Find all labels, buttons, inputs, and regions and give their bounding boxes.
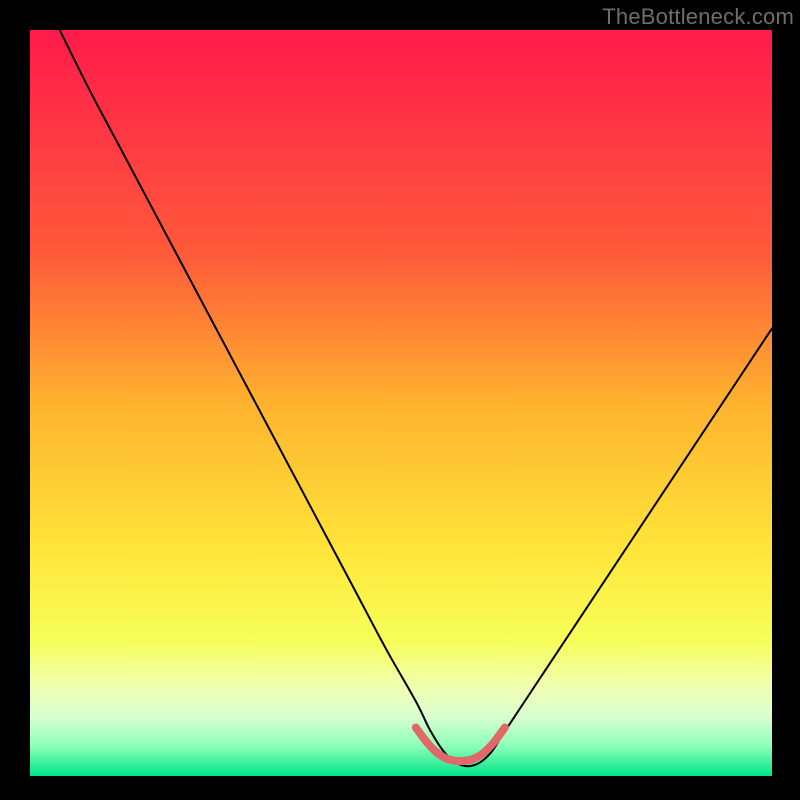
chart-svg: [30, 30, 772, 776]
chart-plot-area: [30, 30, 772, 776]
watermark-text: TheBottleneck.com: [602, 4, 794, 30]
chart-frame: TheBottleneck.com: [0, 0, 800, 800]
gradient-background: [30, 30, 772, 776]
